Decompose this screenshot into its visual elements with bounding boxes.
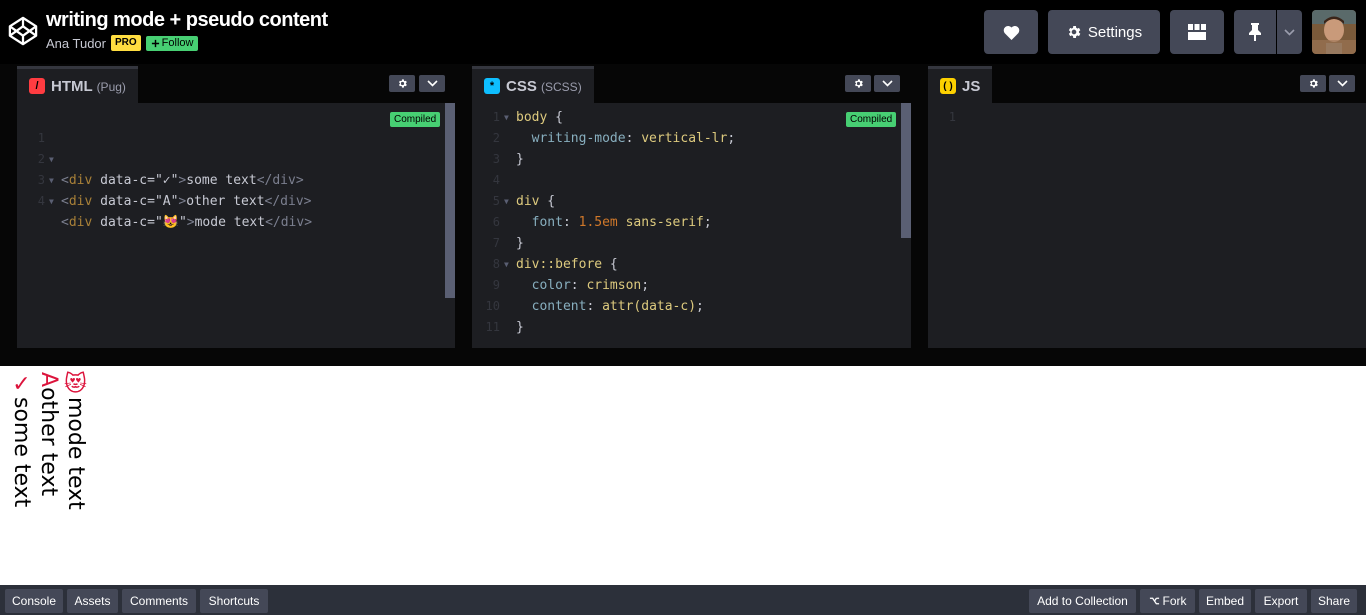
gear-icon xyxy=(1309,79,1318,88)
fork-icon xyxy=(1149,597,1159,605)
export-button[interactable]: Export xyxy=(1255,589,1307,613)
preview-item: 😻mode text xyxy=(62,372,88,510)
user-avatar[interactable] xyxy=(1312,10,1356,54)
code-line: 2 writing-mode: vertical-lr; xyxy=(492,131,736,146)
js-code[interactable]: 1 xyxy=(928,107,1366,128)
html-code[interactable]: 1 2 ▼ <div data-c="✓">some text</div> 3 ▼ … xyxy=(17,107,455,230)
code-line: 3} xyxy=(492,152,524,167)
html-icon: / xyxy=(29,78,45,94)
add-to-collection-button[interactable]: Add to Collection xyxy=(1029,589,1136,613)
share-button[interactable]: Share xyxy=(1311,589,1357,613)
code-line: 10 content: attr(data-c); xyxy=(485,299,704,314)
code-line: 1 xyxy=(37,131,45,145)
pen-title[interactable]: writing mode + pseudo content xyxy=(46,9,328,32)
css-icon: * xyxy=(484,78,500,94)
css-editor: * CSS (SCSS) Compiled 1 ▼ body { 2 writing… xyxy=(472,64,911,348)
code-line: 4 ▼ <div data-c="😻">mode text</div> xyxy=(37,194,313,230)
author-name[interactable]: Ana Tudor xyxy=(46,36,106,51)
preview-text: other text xyxy=(36,387,61,497)
js-settings-button[interactable] xyxy=(1300,75,1326,92)
shortcuts-button[interactable]: Shortcuts xyxy=(200,589,268,613)
follow-button[interactable]: Follow xyxy=(145,35,199,51)
html-settings-button[interactable] xyxy=(389,75,415,92)
editor-resize-bar[interactable] xyxy=(0,348,1366,366)
embed-button[interactable]: Embed xyxy=(1199,589,1251,613)
pro-badge[interactable]: PRO xyxy=(111,35,141,51)
gear-icon xyxy=(854,79,863,88)
plus-icon xyxy=(151,39,159,47)
fork-label: Fork xyxy=(1162,594,1187,608)
css-settings-button[interactable] xyxy=(845,75,871,92)
settings-button[interactable]: Settings xyxy=(1048,10,1160,54)
pin-icon xyxy=(1249,23,1261,41)
chevron-down-icon xyxy=(1284,28,1295,36)
preview-pseudo: A xyxy=(36,372,61,388)
code-line: 7} xyxy=(492,236,524,251)
footer-bar: Console Assets Comments Shortcuts Add to… xyxy=(0,585,1366,615)
chevron-down-icon xyxy=(1336,80,1348,87)
pin-button[interactable] xyxy=(1234,10,1276,54)
js-collapse-button[interactable] xyxy=(1329,75,1355,92)
byline: Ana Tudor PRO Follow xyxy=(46,35,199,51)
chevron-down-icon xyxy=(426,80,438,87)
html-editor: / HTML (Pug) Compiled 1 2 ▼ <div data-c="… xyxy=(17,64,455,348)
js-editor: ( ) JS 1 xyxy=(928,64,1366,348)
console-button[interactable]: Console xyxy=(5,589,63,613)
code-line: 4 xyxy=(492,173,500,187)
layout-icon xyxy=(1188,24,1206,40)
preview-item: Aother text xyxy=(35,372,61,496)
chevron-down-icon xyxy=(881,80,893,87)
css-code[interactable]: 1 ▼ body { 2 writing-mode: vertical-lr; 3}… xyxy=(472,107,911,338)
js-tab-label: JS xyxy=(962,77,981,95)
assets-button[interactable]: Assets xyxy=(67,589,118,613)
code-line: 1 ▼ body { xyxy=(492,110,563,125)
code-line: 6 font: 1.5em sans-serif; xyxy=(492,215,712,230)
preview-pseudo: 😻 xyxy=(63,372,88,397)
css-collapse-button[interactable] xyxy=(874,75,900,92)
code-line: 8 ▼ div::before { xyxy=(492,257,618,272)
preview-text: some text xyxy=(9,397,34,508)
code-line: 2 ▼ <div data-c="✓">some text</div> xyxy=(37,152,304,188)
html-editor-tab[interactable]: / HTML (Pug) xyxy=(17,66,138,103)
codepen-logo-icon[interactable] xyxy=(8,16,38,46)
preview-pseudo: ✓ xyxy=(9,372,34,397)
preview-text: mode text xyxy=(63,397,88,510)
preview-pane[interactable]: ✓some text Aother text 😻mode text xyxy=(0,366,1366,585)
header: writing mode + pseudo content Ana Tudor … xyxy=(0,0,1366,64)
gear-icon xyxy=(398,79,407,88)
css-editor-tab[interactable]: * CSS (SCSS) xyxy=(472,66,594,103)
code-line: 5 ▼ div { xyxy=(492,194,556,209)
editors-area: / HTML (Pug) Compiled 1 2 ▼ <div data-c="… xyxy=(0,64,1366,348)
change-view-button[interactable] xyxy=(1170,10,1224,54)
css-tab-label: CSS (SCSS) xyxy=(506,77,582,95)
settings-label: Settings xyxy=(1087,23,1143,41)
code-line: 11} xyxy=(485,320,524,335)
gear-icon xyxy=(1068,26,1081,38)
code-line: 1 xyxy=(948,110,956,124)
pin-options-button[interactable] xyxy=(1277,10,1302,54)
like-button[interactable] xyxy=(984,10,1038,54)
follow-label: Follow xyxy=(161,36,194,49)
code-line: 3 ▼ <div data-c="A">other text</div> xyxy=(37,173,312,209)
html-collapse-button[interactable] xyxy=(419,75,445,92)
html-tab-label: HTML (Pug) xyxy=(51,77,126,95)
preview-item: ✓some text xyxy=(8,372,34,507)
code-line: 9 color: crimson; xyxy=(492,278,650,293)
heart-icon xyxy=(1003,25,1019,40)
fork-button[interactable]: Fork xyxy=(1140,589,1195,613)
comments-button[interactable]: Comments xyxy=(122,589,196,613)
js-icon: ( ) xyxy=(940,78,956,94)
js-editor-tab[interactable]: ( ) JS xyxy=(928,66,993,103)
